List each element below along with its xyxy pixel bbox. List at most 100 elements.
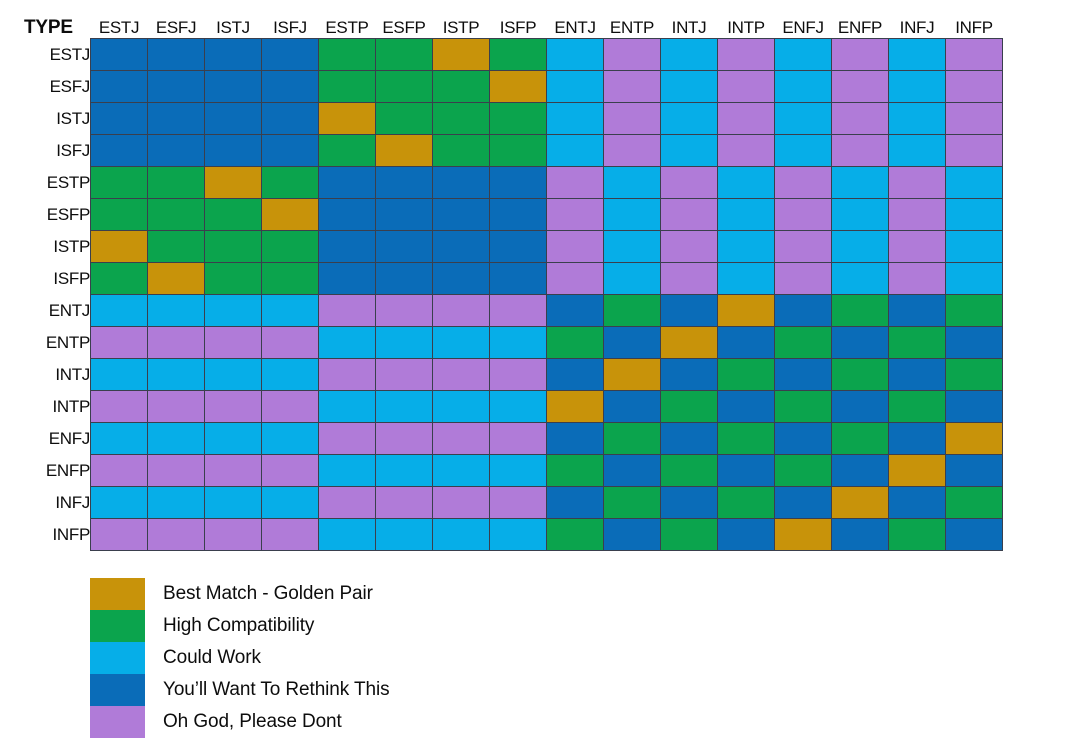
- cell-isfp-intp: [717, 262, 775, 295]
- column-header-estj: ESTJ: [98, 18, 140, 37]
- cell-esfj-enfj: [774, 70, 832, 103]
- matrix-corner-label: TYPE: [24, 16, 73, 38]
- cell-isfj-infj: [888, 134, 946, 167]
- legend-swatch-purple: [90, 706, 145, 738]
- column-header-infp: INFP: [955, 18, 993, 37]
- cell-enfp-isfp: [489, 454, 547, 487]
- cell-entp-esfj: [147, 326, 205, 359]
- cell-entp-esfp: [375, 326, 433, 359]
- cell-enfj-intj: [660, 422, 718, 455]
- legend-item-blue: You’ll Want To Rethink This: [90, 674, 390, 706]
- cell-entp-intj: [660, 326, 718, 359]
- cell-enfp-infp: [945, 454, 1003, 487]
- cell-intj-enfj: [774, 358, 832, 391]
- cell-entj-esfj: [147, 294, 205, 327]
- legend-label-gold: Best Match - Golden Pair: [163, 583, 373, 604]
- row-header-intj: INTJ: [55, 364, 90, 384]
- cell-istp-enfj: [774, 230, 832, 263]
- cell-intp-entp: [603, 390, 661, 423]
- cell-infj-infp: [945, 486, 1003, 519]
- cell-estj-istj: [204, 38, 262, 71]
- cell-infp-infp: [945, 518, 1003, 551]
- cell-infp-intp: [717, 518, 775, 551]
- cell-infj-isfj: [261, 486, 319, 519]
- cell-entp-estj: [90, 326, 148, 359]
- legend: Best Match - Golden Pair High Compatibili…: [90, 578, 390, 738]
- cell-istj-isfj: [261, 102, 319, 135]
- cell-intj-infj: [888, 358, 946, 391]
- cell-estj-entp: [603, 38, 661, 71]
- cell-entj-estj: [90, 294, 148, 327]
- cell-isfj-isfj: [261, 134, 319, 167]
- cell-estp-estj: [90, 166, 148, 199]
- column-header-intp: INTP: [727, 18, 765, 37]
- row-header-isfp: ISFP: [53, 268, 90, 288]
- cell-entj-istj: [204, 294, 262, 327]
- cell-isfp-enfj: [774, 262, 832, 295]
- cell-estj-infp: [945, 38, 1003, 71]
- cell-istj-entj: [546, 102, 604, 135]
- cell-isfp-isfp: [489, 262, 547, 295]
- cell-estj-estj: [90, 38, 148, 71]
- cell-estp-estp: [318, 166, 376, 199]
- cell-esfp-istp: [432, 198, 490, 231]
- row-header-entj: ENTJ: [48, 300, 91, 320]
- cell-istj-enfj: [774, 102, 832, 135]
- cell-esfp-isfp: [489, 198, 547, 231]
- row-header-intp: INTP: [52, 396, 90, 416]
- cell-intp-infj: [888, 390, 946, 423]
- row-header-istj: ISTJ: [56, 108, 90, 128]
- cell-estp-infp: [945, 166, 1003, 199]
- legend-label-cyan: Could Work: [163, 647, 261, 668]
- cell-estp-isfp: [489, 166, 547, 199]
- cell-estj-esfp: [375, 38, 433, 71]
- cell-isfp-istj: [204, 262, 262, 295]
- legend-item-green: High Compatibility: [90, 610, 389, 642]
- cell-esfj-esfj: [147, 70, 205, 103]
- column-header-esfp: ESFP: [382, 18, 426, 37]
- matrix-row: ESFP: [24, 198, 1003, 231]
- row-header-enfp: ENFP: [45, 460, 90, 480]
- cell-isfj-estj: [90, 134, 148, 167]
- cell-intj-esfj: [147, 358, 205, 391]
- row-header-entp: ENTP: [45, 332, 90, 352]
- cell-enfp-enfj: [774, 454, 832, 487]
- column-header-isfp: ISFP: [499, 18, 537, 37]
- cell-intp-estj: [90, 390, 148, 423]
- cell-infj-intj: [660, 486, 718, 519]
- cell-infj-esfp: [375, 486, 433, 519]
- cell-estj-estp: [318, 38, 376, 71]
- cell-enfj-infp: [945, 422, 1003, 455]
- column-header-estp: ESTP: [325, 18, 369, 37]
- cell-esfj-isfp: [489, 70, 547, 103]
- cell-esfp-esfj: [147, 198, 205, 231]
- column-header-enfp: ENFP: [837, 18, 883, 37]
- cell-esfp-entp: [603, 198, 661, 231]
- cell-entp-entp: [603, 326, 661, 359]
- cell-infj-entp: [603, 486, 661, 519]
- cell-intp-esfp: [375, 390, 433, 423]
- cell-entj-entj: [546, 294, 604, 327]
- cell-istp-entj: [546, 230, 604, 263]
- cell-enfj-isfj: [261, 422, 319, 455]
- cell-entj-infp: [945, 294, 1003, 327]
- cell-infp-estj: [90, 518, 148, 551]
- cell-istp-isfj: [261, 230, 319, 263]
- cell-entj-intp: [717, 294, 775, 327]
- cell-isfp-entp: [603, 262, 661, 295]
- cell-infp-intj: [660, 518, 718, 551]
- cell-intj-istp: [432, 358, 490, 391]
- cell-enfp-isfj: [261, 454, 319, 487]
- cell-infp-esfj: [147, 518, 205, 551]
- cell-intp-estp: [318, 390, 376, 423]
- cell-intp-isfj: [261, 390, 319, 423]
- cell-istp-estj: [90, 230, 148, 263]
- cell-infj-entj: [546, 486, 604, 519]
- cell-enfj-estp: [318, 422, 376, 455]
- cell-estp-entj: [546, 166, 604, 199]
- cell-infp-istj: [204, 518, 262, 551]
- cell-istj-infj: [888, 102, 946, 135]
- cell-entj-estp: [318, 294, 376, 327]
- cell-esfp-istj: [204, 198, 262, 231]
- cell-estj-enfp: [831, 38, 889, 71]
